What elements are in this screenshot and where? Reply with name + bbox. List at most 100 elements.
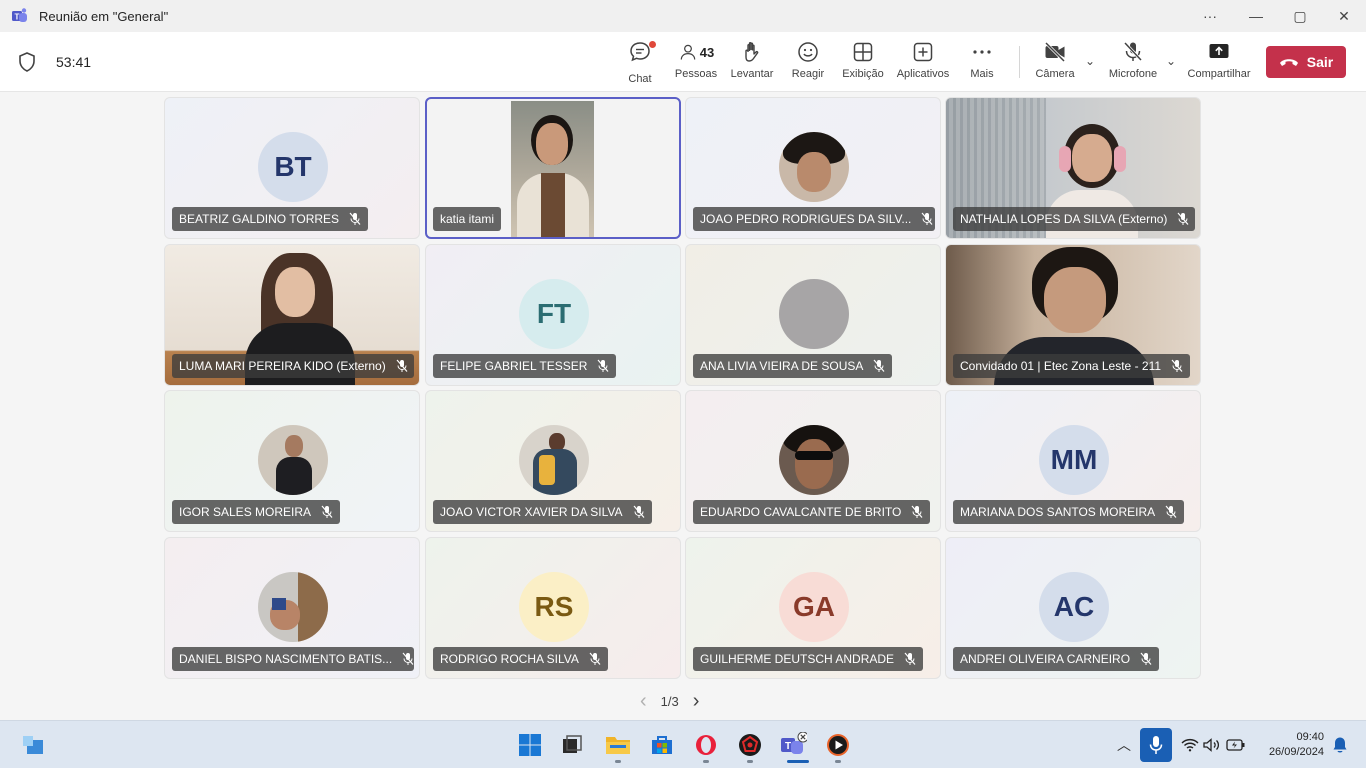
camera-options-chevron-icon[interactable]: ⌄ [1085,54,1095,68]
participant-tile-active-speaker[interactable]: katia itami [425,97,681,239]
participant-name-chip: DANIEL BISPO NASCIMENTO BATIS... [172,647,414,671]
hang-up-icon [1279,59,1298,66]
system-clock[interactable]: 09:40 26/09/2024 [1260,730,1324,760]
share-screen-icon [1209,44,1229,58]
close-button[interactable]: ✕ [1321,0,1366,32]
avatar-photo [779,279,849,349]
participant-tile[interactable]: EDUARDO CAVALCANTE DE BRITO [685,390,941,532]
notifications-bell-icon[interactable] [1326,731,1354,759]
muted-mic-icon [1171,359,1183,373]
camera-button[interactable]: Câmera [1034,40,1076,88]
participant-name-chip: ANA LIVIA VIEIRA DE SOUSA [693,354,893,378]
microphone-in-use-icon[interactable] [1140,728,1172,762]
svg-text:T: T [15,12,20,21]
avatar: RS [519,572,589,642]
smile-icon [798,42,818,62]
participant-tile[interactable]: ANA LIVIA VIEIRA DE SOUSA [685,244,941,386]
participant-tile[interactable]: FT FELIPE GABRIEL TESSER [425,244,681,386]
video-grid: BT BEATRIZ GALDINO TORRES katia itami JO… [0,93,1366,719]
widgets-icon[interactable] [19,731,47,759]
people-count: 43 [699,44,715,60]
participant-name-chip: JOAO VICTOR XAVIER DA SILVA [433,500,652,524]
participant-name: ANDREI OLIVEIRA CARNEIRO [960,652,1131,666]
participant-tile[interactable]: DANIEL BISPO NASCIMENTO BATIS... [164,537,420,679]
participant-tile[interactable]: AC ANDREI OLIVEIRA CARNEIRO [945,537,1201,679]
add-app-icon [913,42,933,62]
people-button[interactable]: 43 Pessoas [675,40,717,88]
participant-name: JOAO VICTOR XAVIER DA SILVA [440,505,623,519]
participant-name-chip: katia itami [433,207,502,231]
opera-icon[interactable] [692,731,720,759]
participant-tile[interactable]: IGOR SALES MOREIRA [164,390,420,532]
file-explorer-icon[interactable] [604,731,632,759]
participant-tile[interactable]: GA GUILHERME DEUTSCH ANDRADE [685,537,941,679]
participant-tile[interactable]: JOAO VICTOR XAVIER DA SILVA [425,390,681,532]
muted-mic-icon [1177,212,1189,226]
avatar: GA [779,572,849,642]
mic-options-chevron-icon[interactable]: ⌄ [1166,54,1176,68]
muted-mic-icon [1165,505,1177,519]
participant-name-chip: ANDREI OLIVEIRA CARNEIRO [953,647,1160,671]
participant-tile[interactable]: BT BEATRIZ GALDINO TORRES [164,97,420,239]
participant-name: FELIPE GABRIEL TESSER [440,359,588,373]
participant-tile[interactable]: NATHALIA LOPES DA SILVA (Externo) [945,97,1201,239]
antivirus-icon[interactable] [736,731,764,759]
participant-name-chip: EDUARDO CAVALCANTE DE BRITO [693,500,931,524]
react-label: Reagir [791,68,825,80]
participant-name-chip: GUILHERME DEUTSCH ANDRADE [693,647,924,671]
maximize-button[interactable]: ▢ [1277,0,1323,32]
participant-name-chip: IGOR SALES MOREIRA [172,500,341,524]
leave-button[interactable]: Sair [1266,46,1346,78]
participant-name-chip: JOAO PEDRO RODRIGUES DA SILV... [693,207,935,231]
participant-name-chip: LUMA MARI PEREIRA KIDO (Externo) [172,354,414,378]
mic-off-icon [1123,41,1143,62]
battery-charging-icon[interactable] [1222,731,1250,759]
share-button[interactable]: Compartilhar [1188,40,1250,88]
participant-name: NATHALIA LOPES DA SILVA (Externo) [960,212,1168,226]
more-label: Mais [970,68,994,80]
muted-mic-icon [904,652,916,666]
view-button[interactable]: Exibição [842,40,884,88]
muted-mic-icon [921,212,933,226]
participant-name-chip: FELIPE GABRIEL TESSER [433,354,617,378]
svg-text:T: T [785,741,791,752]
participant-tile[interactable]: Convidado 01 | Etec Zona Leste - 211 [945,244,1201,386]
teams-active-indicator [787,760,809,763]
file-explorer-running-indicator [615,760,621,763]
participant-tile[interactable]: MM MARIANA DOS SANTOS MOREIRA [945,390,1201,532]
participant-name-chip: RODRIGO ROCHA SILVA [433,647,608,671]
participant-tile[interactable]: LUMA MARI PEREIRA KIDO (Externo) [164,244,420,386]
grid-view-icon [853,42,873,62]
participant-tile[interactable]: RS RODRIGO ROCHA SILVA [425,537,681,679]
microphone-button[interactable]: Microfone [1106,40,1160,88]
start-icon[interactable] [516,731,544,759]
participant-name: LUMA MARI PEREIRA KIDO (Externo) [179,359,386,373]
muted-mic-icon [911,505,923,519]
store-icon[interactable] [648,731,676,759]
camera-off-icon [1044,41,1066,63]
meeting-timer: 53:41 [56,54,92,70]
teams-icon[interactable]: T [779,731,807,759]
muted-mic-icon [873,359,885,373]
muted-mic-icon [349,212,361,226]
avatar-photo [258,425,328,495]
chat-label: Chat [628,73,652,85]
react-button[interactable]: Reagir [792,40,824,88]
avatar: BT [258,132,328,202]
participant-tile[interactable]: JOAO PEDRO RODRIGUES DA SILV... [685,97,941,239]
minimize-button[interactable]: — [1233,0,1279,32]
view-label: Exibição [842,68,884,80]
media-player-icon[interactable] [824,731,852,759]
more-actions-button[interactable]: Mais [968,40,996,88]
more-options-button[interactable]: ··· [1187,0,1233,32]
chat-button[interactable]: Chat [626,40,656,88]
next-page-button[interactable]: › [693,690,700,713]
page-indicator: 1/3 [660,694,679,709]
muted-mic-icon [597,359,609,373]
previous-page-button[interactable]: ‹ [640,690,647,713]
clock-date: 26/09/2024 [1268,746,1324,758]
tray-overflow-chevron-icon[interactable]: ︿ [1110,731,1138,759]
task-view-icon[interactable] [558,731,586,759]
apps-button[interactable]: Aplicativos [896,40,950,88]
raise-hand-button[interactable]: Levantar [731,40,773,88]
